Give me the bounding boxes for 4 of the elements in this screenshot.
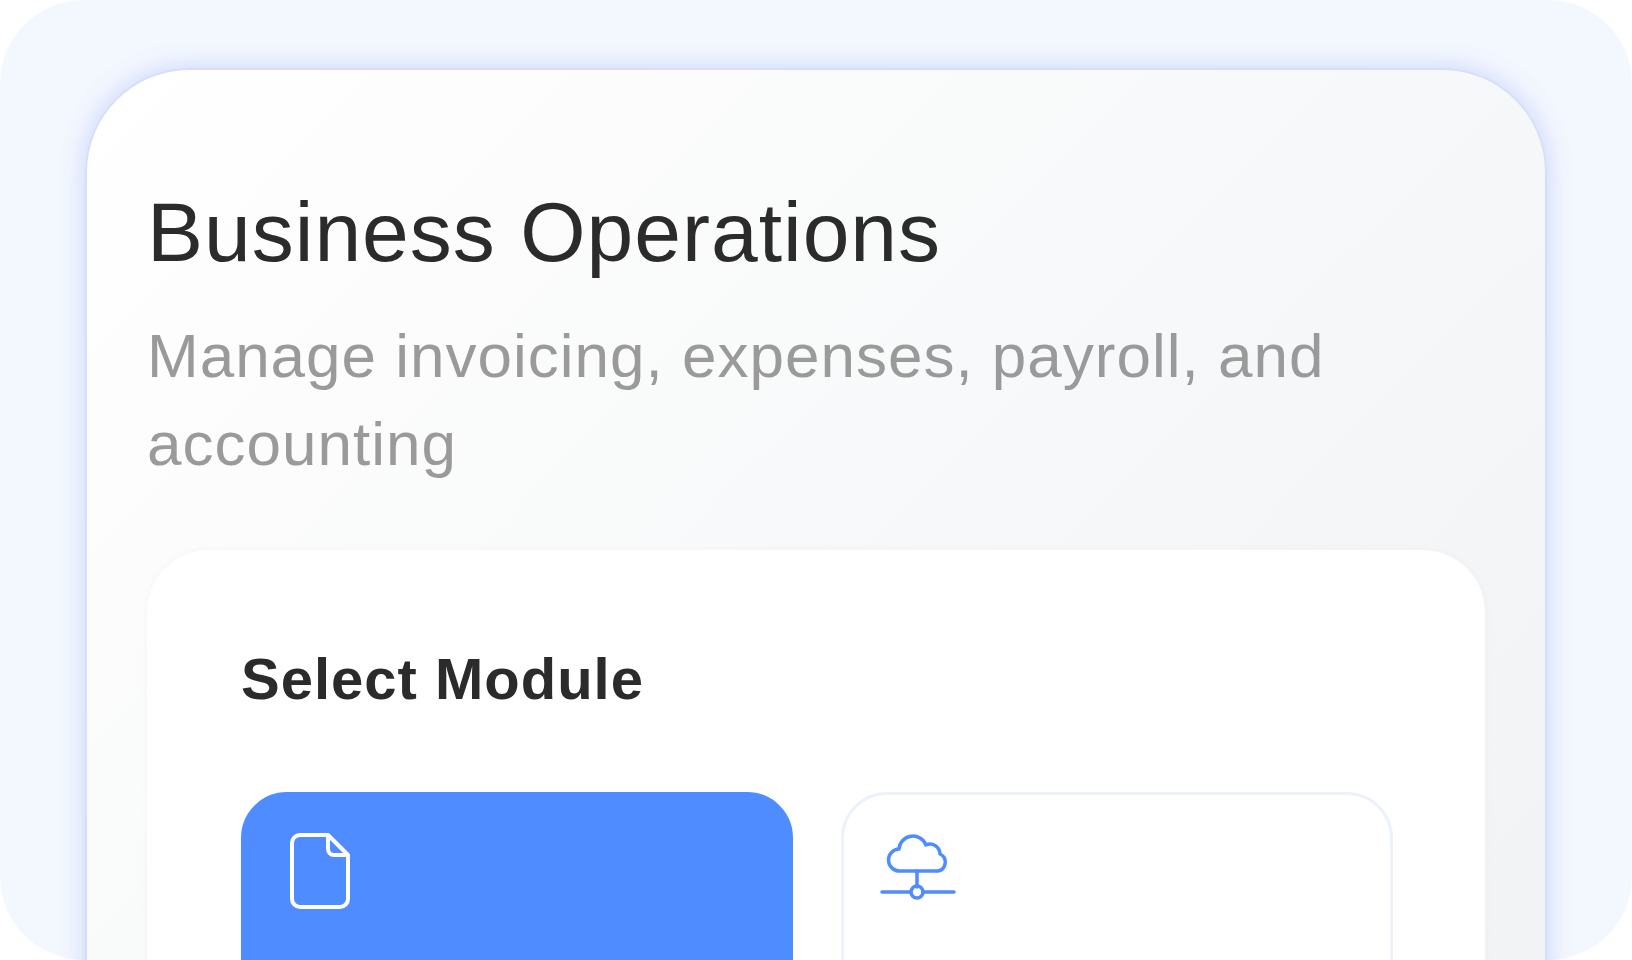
document-icon — [290, 833, 350, 909]
page-subtitle: Manage invoicing, expenses, payroll, and accounting — [147, 320, 1326, 480]
cloud-network-icon — [880, 833, 956, 901]
panel-heading: Select Module — [241, 650, 645, 708]
